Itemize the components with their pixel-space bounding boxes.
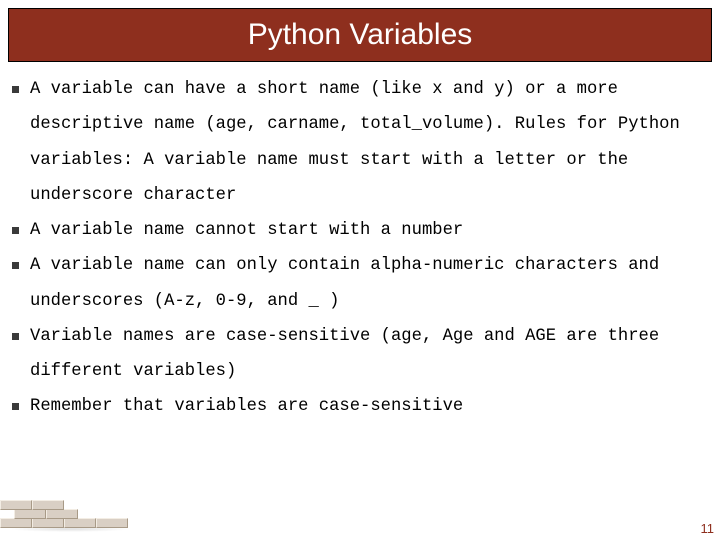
decorative-bricks <box>0 498 130 528</box>
list-item: Remember that variables are case-sensiti… <box>8 389 718 424</box>
title-bar: Python Variables <box>8 8 712 62</box>
list-item: A variable name can only contain alpha-n… <box>8 248 718 319</box>
content-area: A variable can have a short name (like x… <box>8 72 718 516</box>
list-item: A variable name cannot start with a numb… <box>8 213 718 248</box>
list-item: A variable can have a short name (like x… <box>8 72 718 213</box>
list-item: Variable names are case-sensitive (age, … <box>8 319 718 390</box>
bullet-list: A variable can have a short name (like x… <box>8 72 718 425</box>
slide-title: Python Variables <box>248 18 473 52</box>
page-number: 11 <box>701 521 715 536</box>
